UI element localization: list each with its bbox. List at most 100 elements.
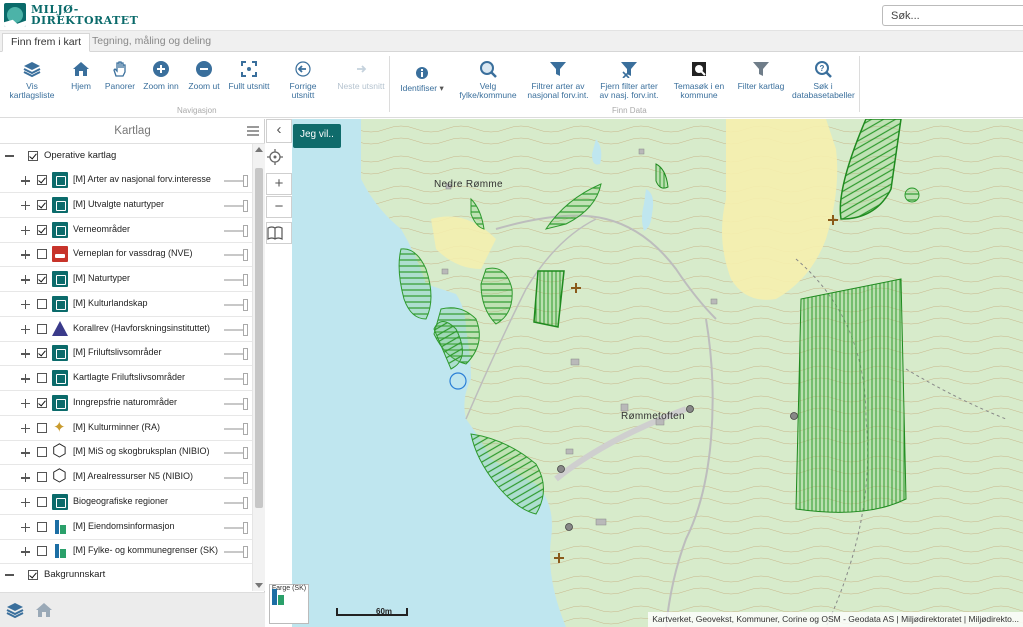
zoom-inn-button[interactable]: Zoom inn: [143, 60, 179, 91]
layer-row[interactable]: Verneplan for vassdrag (NVE): [0, 242, 252, 268]
layer-row[interactable]: Verneområder: [0, 218, 252, 243]
layer-row[interactable]: [M] Fylke- og kommunegrenser (SK): [0, 539, 252, 565]
logo[interactable]: MILJØ- DIREKTORATET: [4, 3, 138, 27]
sok-databasetabeller-button[interactable]: ? Søk i databasetabeller: [792, 60, 855, 100]
expand-icon[interactable]: [21, 375, 30, 382]
layer-row[interactable]: [M] MiS og skogbruksplan (NIBIO): [0, 440, 252, 466]
velg-fylke-kommune-button[interactable]: Velg fylke/kommune: [459, 60, 517, 100]
slider-knob[interactable]: [243, 199, 248, 212]
opacity-slider[interactable]: [224, 422, 248, 435]
filter-kartlag-button[interactable]: Filter kartlag: [736, 60, 786, 91]
group-bakgrunnskart[interactable]: Bakgrunnskart: [0, 565, 252, 585]
naturtype-area[interactable]: [904, 187, 920, 203]
layer-checkbox[interactable]: [37, 546, 47, 557]
layer-row[interactable]: [M] Kulturlandskap: [0, 292, 252, 317]
opacity-slider[interactable]: [224, 348, 248, 361]
map-view[interactable]: Nedre Rømme Rømmetoften ‹ + − Jeg vil.. …: [266, 119, 1023, 627]
slider-knob[interactable]: [243, 496, 248, 509]
slider-knob[interactable]: [243, 397, 248, 410]
layer-checkbox[interactable]: [37, 249, 47, 260]
jeg-vil-button[interactable]: Jeg vil..: [293, 124, 341, 148]
forrige-utsnitt-button[interactable]: Forrige utsnitt: [278, 60, 328, 100]
slider-knob[interactable]: [243, 274, 248, 286]
slider-knob[interactable]: [243, 546, 248, 559]
collapse-icon[interactable]: [5, 155, 14, 157]
group-operative-kartlag[interactable]: Operative kartlag: [0, 146, 252, 166]
layer-row[interactable]: [M] Utvalgte naturtyper: [0, 193, 252, 218]
layer-scrollbar[interactable]: [252, 144, 265, 591]
scroll-down-icon[interactable]: [255, 583, 263, 588]
slider-knob[interactable]: [243, 348, 248, 361]
opacity-slider[interactable]: [224, 397, 248, 410]
locate-button[interactable]: [266, 146, 292, 168]
expand-icon[interactable]: [21, 350, 30, 357]
opacity-slider[interactable]: [224, 175, 248, 187]
hjem-button[interactable]: Hjem: [66, 60, 96, 91]
group-checkbox[interactable]: [28, 570, 38, 580]
home-icon[interactable]: [35, 601, 53, 622]
fullt-utsnitt-button[interactable]: Fullt utsnitt: [228, 60, 270, 91]
layer-row[interactable]: [M] Naturtyper: [0, 267, 252, 292]
layer-checkbox[interactable]: [37, 175, 47, 185]
expand-icon[interactable]: [21, 399, 30, 407]
layer-checkbox[interactable]: [37, 447, 47, 458]
opacity-slider[interactable]: [224, 546, 248, 559]
slider-knob[interactable]: [243, 422, 248, 435]
opacity-slider[interactable]: [224, 249, 248, 262]
identifiser-button[interactable]: Identifiser ▾: [394, 66, 450, 93]
slider-knob[interactable]: [243, 298, 248, 311]
tab-tegning-maling-deling[interactable]: Tegning, måling og deling: [84, 33, 219, 52]
layer-checkbox[interactable]: [37, 348, 47, 359]
expand-icon[interactable]: [21, 325, 30, 333]
scroll-thumb[interactable]: [255, 168, 263, 508]
map-zoom-out-button[interactable]: −: [266, 196, 292, 218]
fjern-filter-button[interactable]: Fjern filter arter av nasj. forv.int.: [598, 60, 660, 100]
layer-row[interactable]: [M] Friluftslivsområder: [0, 341, 252, 367]
layer-row[interactable]: [M] Kulturminner (RA): [0, 416, 252, 441]
zoom-ut-button[interactable]: Zoom ut: [187, 60, 221, 91]
layer-checkbox[interactable]: [37, 422, 47, 433]
opacity-slider[interactable]: [224, 224, 248, 237]
slider-knob[interactable]: [243, 224, 248, 237]
opacity-slider[interactable]: [224, 298, 248, 311]
expand-icon[interactable]: [21, 276, 30, 283]
expand-icon[interactable]: [21, 201, 30, 209]
layer-row[interactable]: [M] Eiendomsinformasjon: [0, 515, 252, 540]
opacity-slider[interactable]: [224, 373, 248, 385]
layer-checkbox[interactable]: [37, 521, 47, 532]
expand-icon[interactable]: [21, 300, 30, 308]
layer-row[interactable]: [M] Arealressurser N5 (NIBIO): [0, 465, 252, 490]
collapse-icon[interactable]: [5, 574, 14, 576]
slider-knob[interactable]: [243, 323, 248, 336]
opacity-slider[interactable]: [224, 199, 248, 212]
slider-knob[interactable]: [243, 447, 248, 460]
expand-icon[interactable]: [21, 523, 30, 531]
layer-row[interactable]: Kartlagte Friluftslivsområder: [0, 366, 252, 391]
expand-icon[interactable]: [21, 474, 30, 481]
layers-icon[interactable]: [6, 601, 24, 622]
expand-icon[interactable]: [21, 424, 30, 432]
layer-checkbox[interactable]: [37, 397, 47, 408]
map-canvas[interactable]: [266, 119, 1023, 627]
map-zoom-in-button[interactable]: +: [266, 173, 292, 195]
layer-checkbox[interactable]: [37, 224, 47, 235]
layer-checkbox[interactable]: [37, 472, 47, 482]
temasok-button[interactable]: Temasøk i en kommune: [672, 60, 726, 100]
opacity-slider[interactable]: [224, 521, 248, 534]
filtrer-arter-button[interactable]: Filtrer arter av nasjonal forv.int.: [526, 60, 590, 100]
expand-icon[interactable]: [21, 251, 30, 258]
opacity-slider[interactable]: [224, 274, 248, 286]
slider-knob[interactable]: [243, 175, 248, 187]
vis-kartlagsliste-button[interactable]: Vis kartlagsliste: [4, 60, 60, 100]
panorer-button[interactable]: Panorer: [103, 60, 137, 91]
slider-knob[interactable]: [243, 373, 248, 385]
layer-checkbox[interactable]: [37, 274, 47, 284]
basemap-switcher[interactable]: Farge (SK): [269, 584, 309, 624]
expand-icon[interactable]: [21, 498, 30, 506]
tab-finn-frem-i-kart[interactable]: Finn frem i kart: [2, 33, 91, 52]
search-input[interactable]: [882, 5, 1023, 26]
collapse-panel-button[interactable]: ‹: [266, 119, 292, 143]
layer-row[interactable]: Biogeografiske regioner: [0, 490, 252, 515]
slider-knob[interactable]: [243, 472, 248, 484]
layer-row[interactable]: [M] Arter av nasjonal forv.interesse: [0, 168, 252, 193]
